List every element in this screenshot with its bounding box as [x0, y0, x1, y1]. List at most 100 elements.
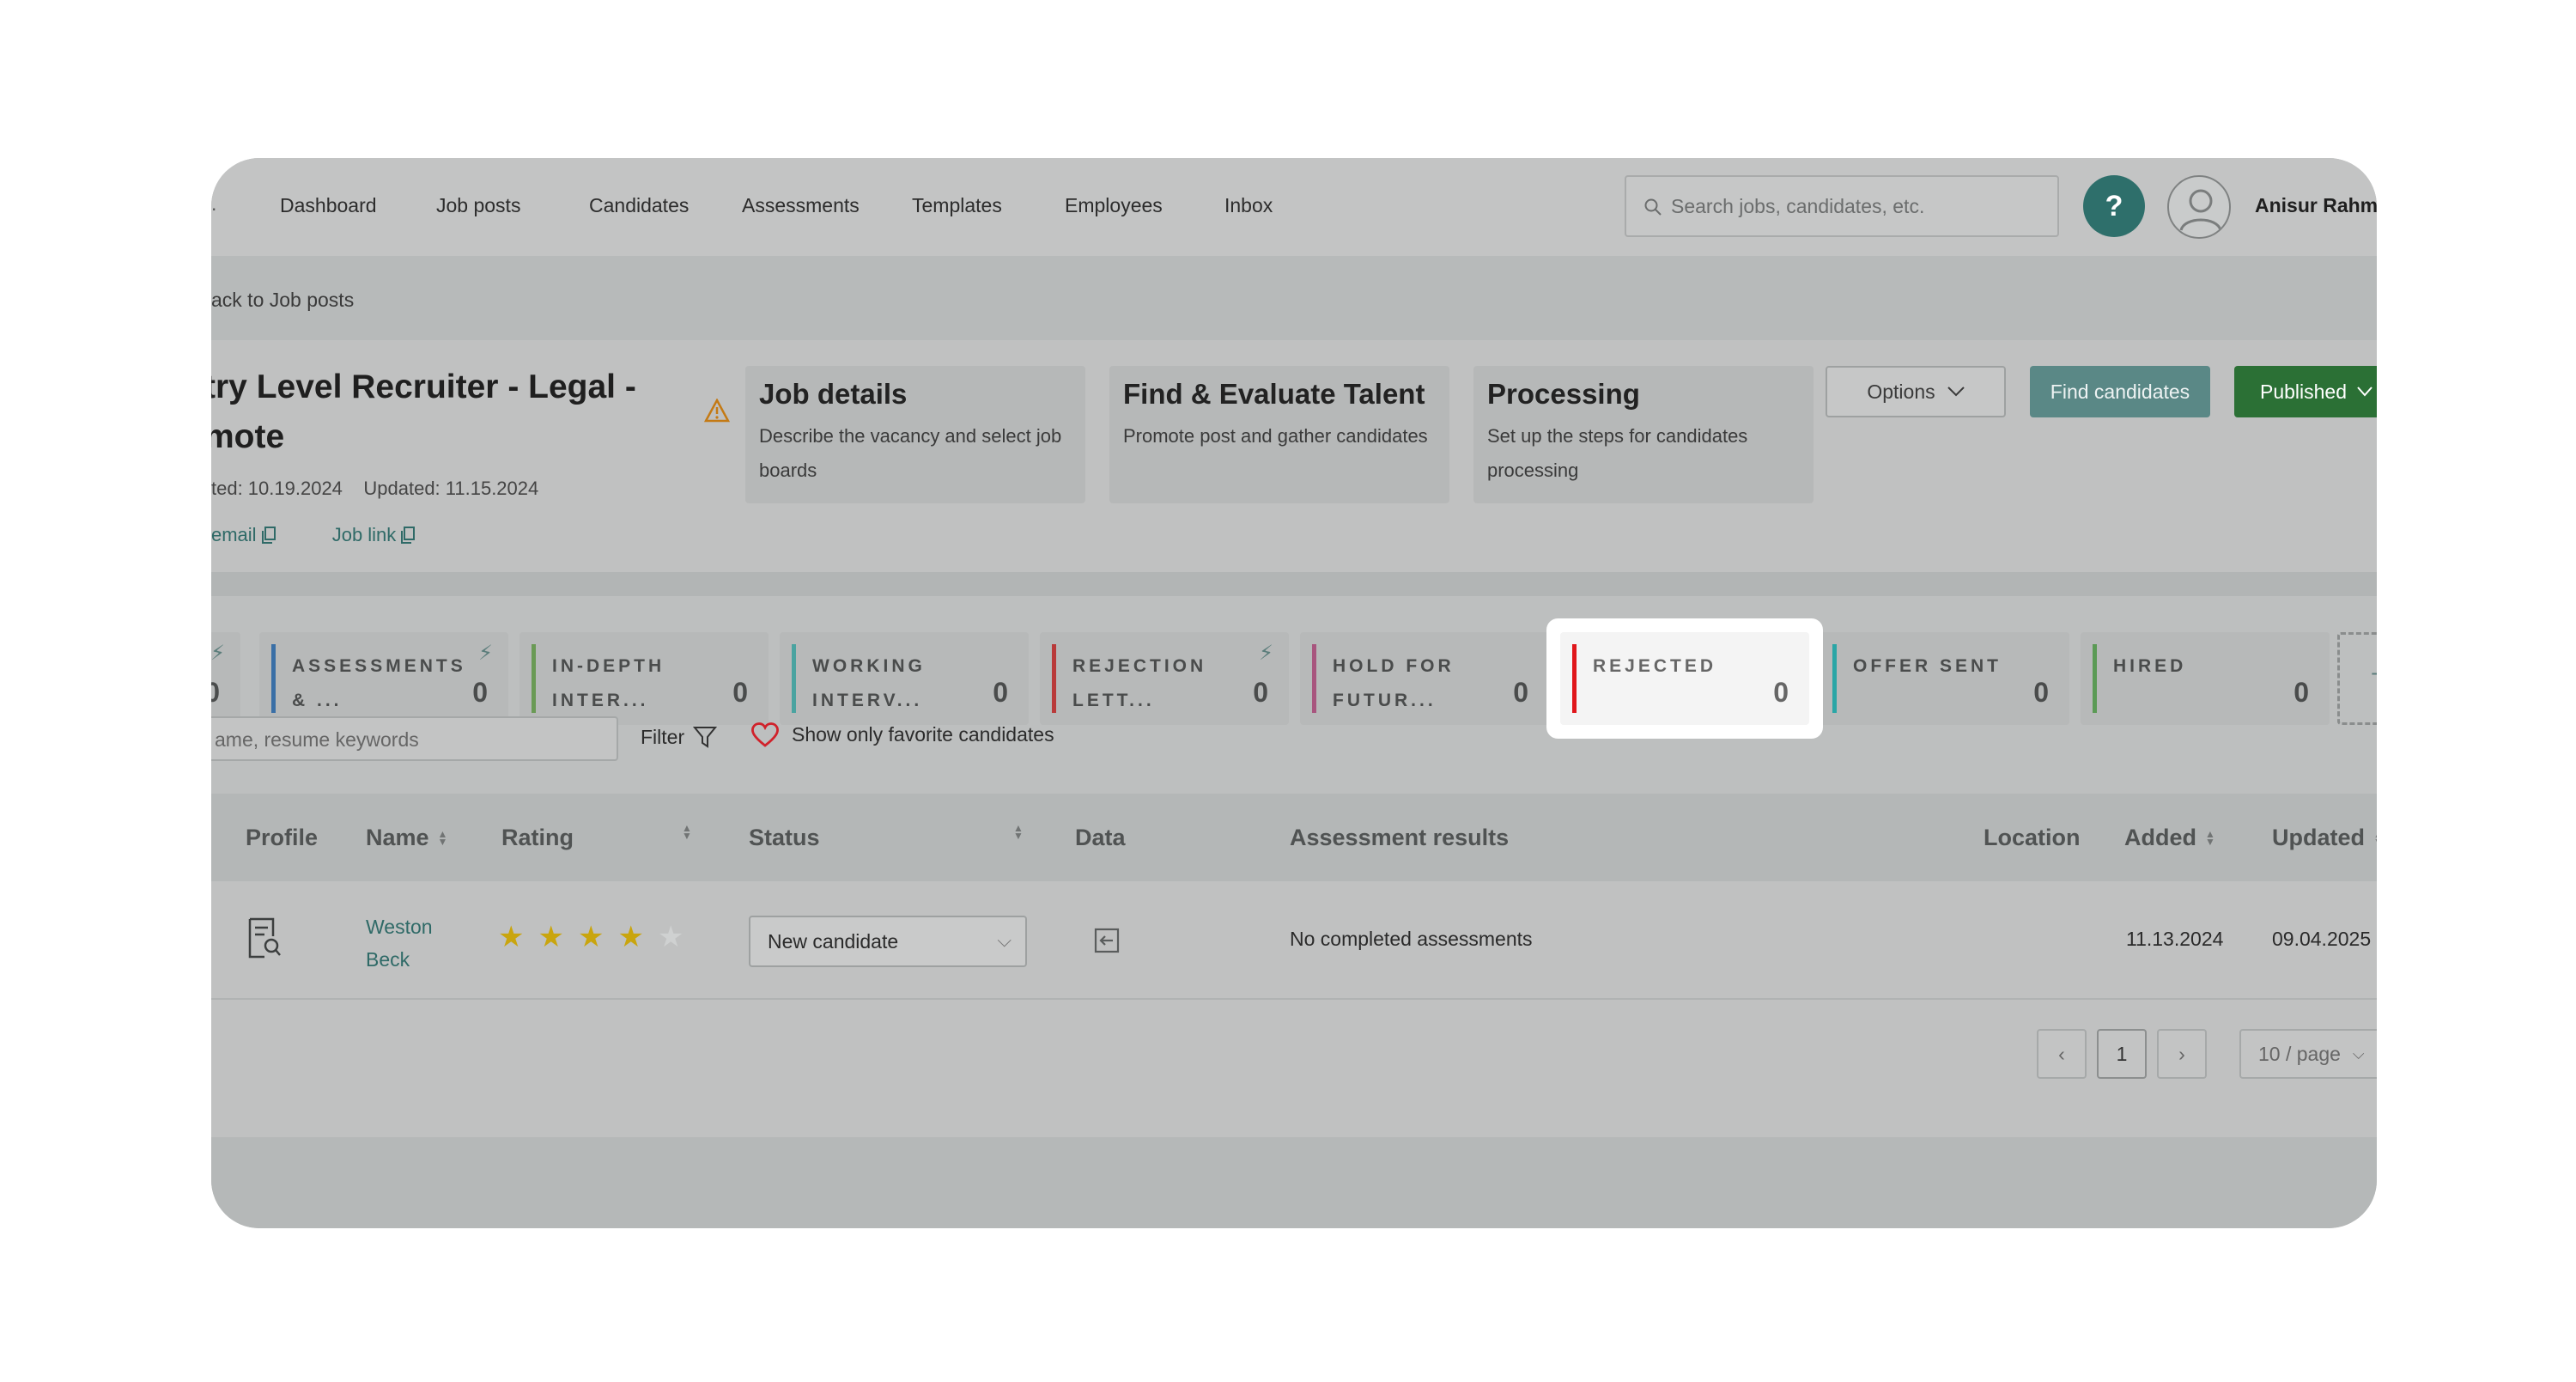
stage-card-rejection-lett[interactable]: REJECTION LETT... 0 ⚡︎: [1040, 632, 1289, 725]
favorite-toggle[interactable]: Show only favorite candidates: [750, 721, 1054, 747]
status-select[interactable]: New candidate ⌵: [749, 916, 1027, 967]
chevron-down-icon: ⌵: [2352, 1044, 2365, 1062]
next-page-button[interactable]: ›: [2157, 1029, 2207, 1079]
page-size-select[interactable]: 10 / page ⌵: [2239, 1029, 2377, 1079]
rating-stars[interactable]: ★ ★ ★ ★ ★: [498, 922, 683, 952]
stage-card-rejected[interactable]: REJECTED 0: [1560, 632, 1809, 725]
stage-card-hold-for-futur[interactable]: HOLD FOR FUTUR... 0: [1300, 632, 1549, 725]
help-button[interactable]: ?: [2083, 175, 2145, 237]
step-job-details[interactable]: Job details Describe the vacancy and sel…: [745, 366, 1085, 503]
col-label: Name: [366, 825, 429, 850]
pipeline-section: ⚡︎ 0 ASSESSMENTS & ... 0 ⚡︎ IN-DEPTH INTER.…: [211, 596, 2377, 1137]
pagination: ‹ 1 › 10 / page ⌵: [211, 1000, 2377, 1137]
prev-page-button[interactable]: ‹: [2037, 1029, 2087, 1079]
star-filled-icon[interactable]: ★: [617, 922, 643, 952]
avatar[interactable]: [2167, 175, 2231, 239]
add-stage-button[interactable]: +: [2337, 632, 2377, 725]
stage-card-partial[interactable]: ⚡︎ 0: [211, 632, 240, 725]
resume-preview-icon[interactable]: [247, 917, 282, 959]
stage-label: WORKING INTERV...: [812, 656, 926, 710]
step-processing[interactable]: Processing Set up the steps for candidat…: [1473, 366, 1814, 503]
col-location: Location: [1984, 825, 2081, 851]
stage-card-in-depth-inter[interactable]: IN-DEPTH INTER... 0: [519, 632, 769, 725]
filter-button[interactable]: Filter: [641, 725, 718, 749]
col-status[interactable]: Status: [749, 825, 820, 851]
nav-dashboard[interactable]: Dashboard: [280, 194, 377, 217]
stage-count: 0: [472, 677, 488, 708]
stage-label: OFFER SENT: [1853, 656, 2002, 676]
filter-icon: [693, 727, 718, 748]
stage-color-bar: [1052, 644, 1056, 713]
page-size-value: 10 / page: [2258, 1042, 2341, 1065]
search-placeholder: Search jobs, candidates, etc.: [1671, 195, 1925, 217]
search-input[interactable]: Search jobs, candidates, etc.: [1625, 175, 2059, 237]
nav-assessments[interactable]: Assessments: [742, 194, 860, 217]
stage-count: 0: [2293, 677, 2309, 708]
stage-color-bar: [532, 644, 536, 713]
warning-icon: [704, 399, 730, 423]
divider: [211, 572, 2377, 596]
keyword-search-input[interactable]: ame, resume keywords: [211, 716, 618, 761]
col-added[interactable]: Added ▲ ▼: [2124, 825, 2215, 851]
stage-card-assessments[interactable]: ASSESSMENTS & ... 0 ⚡︎: [259, 632, 508, 725]
col-name[interactable]: Name ▲ ▼: [366, 825, 448, 851]
email-link[interactable]: email: [211, 524, 276, 546]
stage-color-bar: [1832, 644, 1837, 713]
col-rating[interactable]: Rating: [501, 825, 574, 851]
col-label: Profile: [246, 825, 319, 850]
user-icon: [2179, 189, 2222, 231]
nav-employees[interactable]: Employees: [1065, 194, 1163, 217]
nav-job-posts[interactable]: Job posts: [436, 194, 520, 217]
sort-icon[interactable]: ▲▼: [1013, 823, 1024, 841]
nav-candidates[interactable]: Candidates: [589, 194, 689, 217]
star-empty-icon[interactable]: ★: [658, 922, 683, 952]
sort-icon[interactable]: ▲▼: [438, 829, 448, 847]
back-to-job-posts-link[interactable]: ack to Job posts: [211, 289, 354, 312]
status-value: New candidate: [768, 930, 899, 953]
added-date: 11.13.2024: [2126, 928, 2224, 950]
sort-icon[interactable]: ▲▼: [682, 823, 692, 841]
col-label: Data: [1075, 825, 1126, 850]
stage-count: 0: [993, 677, 1008, 708]
options-dropdown[interactable]: Options: [1826, 366, 2006, 417]
chevron-down-icon: ⌵: [997, 929, 1012, 951]
keyword-placeholder: ame, resume keywords: [215, 728, 419, 751]
sort-icon[interactable]: ▲▼: [2373, 829, 2377, 847]
stage-color-bar: [271, 644, 276, 713]
published-dropdown[interactable]: Published: [2234, 366, 2377, 417]
nav-inbox[interactable]: Inbox: [1224, 194, 1273, 217]
table-header: Profile Name ▲ ▼ Rating ▲ ▼ Status ▲ ▼ Data …: [211, 794, 2377, 881]
col-label: Location: [1984, 825, 2081, 850]
stage-card-working-interv[interactable]: WORKING INTERV... 0: [780, 632, 1029, 725]
stage-label: ASSESSMENTS & ...: [292, 656, 466, 710]
stage-card-offer-sent[interactable]: OFFER SENT 0: [1820, 632, 2069, 725]
copy-icon: [261, 527, 276, 544]
chevron-down-icon: [1947, 387, 1965, 397]
star-filled-icon[interactable]: ★: [578, 922, 604, 952]
table-row[interactable]: Weston Beck ★ ★ ★ ★ ★ New candidate ⌵ No com…: [211, 881, 2377, 1000]
job-link[interactable]: Job link: [332, 524, 416, 546]
stage-card-hired[interactable]: HIRED 0: [2081, 632, 2330, 725]
step-find-evaluate[interactable]: Find & Evaluate Talent Promote post and …: [1109, 366, 1449, 503]
footer-area: [211, 1137, 2377, 1228]
stage-color-bar: [1312, 644, 1316, 713]
step-description: Set up the steps for candidates processi…: [1487, 425, 1748, 481]
data-export-icon[interactable]: [1094, 928, 1120, 953]
col-updated[interactable]: Updated ▲▼: [2272, 825, 2377, 851]
star-filled-icon[interactable]: ★: [538, 922, 563, 952]
stage-label: IN-DEPTH INTER...: [552, 656, 665, 710]
stage-count: 0: [211, 677, 220, 708]
sort-icon[interactable]: ▲▼: [2205, 829, 2215, 847]
step-description: Promote post and gather candidates: [1123, 425, 1428, 447]
user-name[interactable]: Anisur Rahm: [2255, 194, 2377, 217]
page-number[interactable]: 1: [2097, 1029, 2147, 1079]
add-icon: +: [2371, 661, 2377, 688]
star-filled-icon[interactable]: ★: [498, 922, 524, 952]
published-label: Published: [2260, 380, 2348, 403]
stage-label: HIRED: [2113, 656, 2187, 676]
candidate-name-link[interactable]: Weston Beck: [366, 910, 433, 976]
find-candidates-button[interactable]: Find candidates: [2030, 366, 2210, 417]
created-date: ted: 10.19.2024: [211, 478, 343, 499]
nav-templates[interactable]: Templates: [912, 194, 1002, 217]
stage-color-bar: [792, 644, 796, 713]
